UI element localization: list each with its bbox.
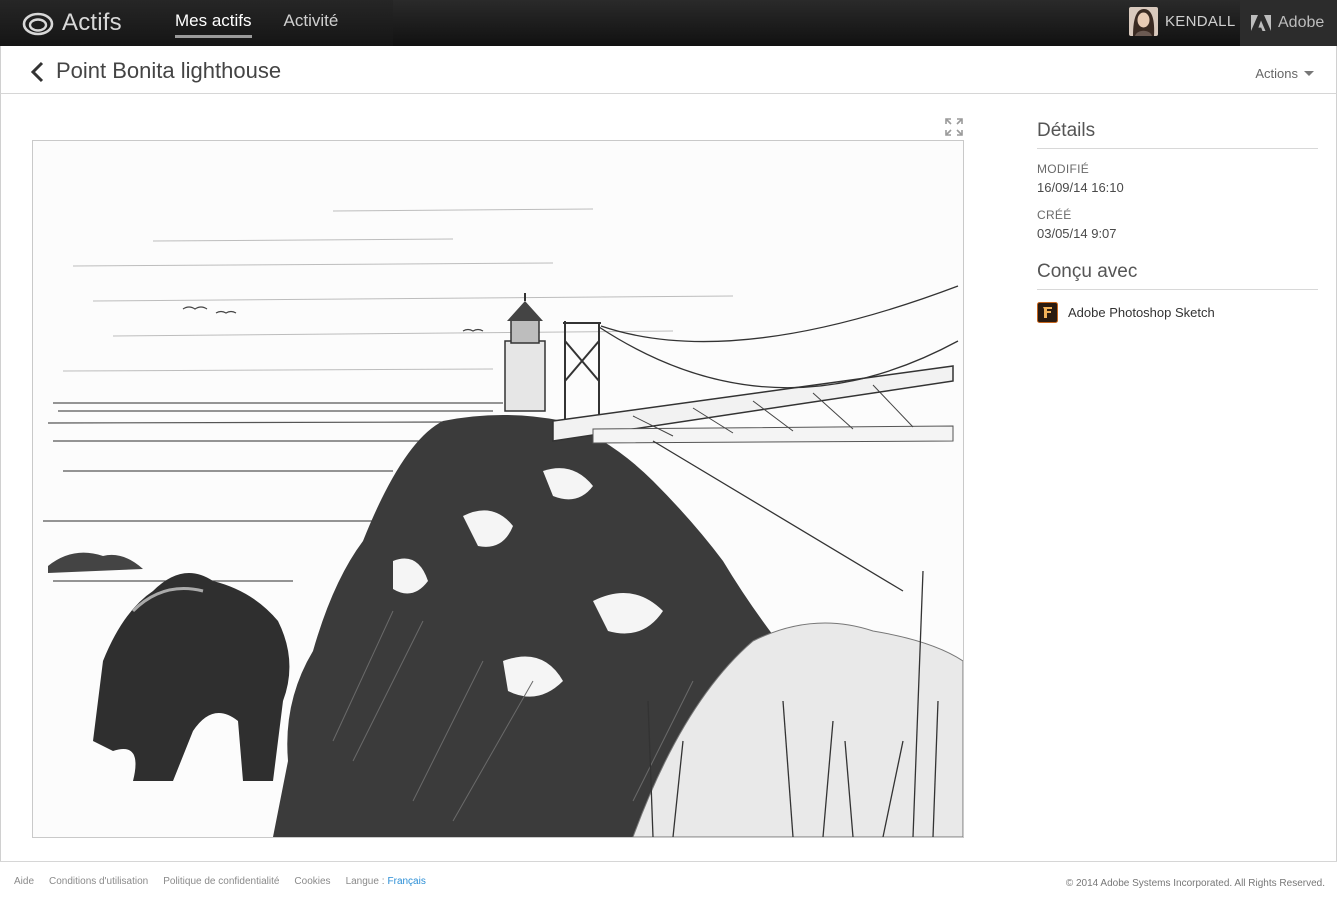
language-selector[interactable]: Français [388, 876, 426, 887]
fullscreen-icon[interactable] [945, 118, 963, 136]
page-title: Point Bonita lighthouse [56, 58, 282, 83]
modified-label: MODIFIÉ [1037, 162, 1090, 176]
actions-label: Actions [1255, 66, 1298, 81]
footer-link-cookies[interactable]: Cookies [294, 876, 330, 887]
photoshop-sketch-icon [1037, 302, 1058, 323]
brand[interactable]: Actifs [22, 9, 122, 37]
artwork-preview[interactable] [32, 140, 964, 838]
footer-link-terms[interactable]: Conditions d'utilisation [49, 876, 148, 887]
adobe-logo-icon [1251, 15, 1271, 31]
details-title: Détails [1037, 120, 1318, 149]
created-value: 03/05/14 9:07 [1037, 226, 1117, 241]
main-content: Détails MODIFIÉ 16/09/14 16:10 CRÉÉ 03/0… [0, 94, 1337, 861]
user-menu[interactable]: KENDALL [1129, 6, 1235, 36]
created-label: CRÉÉ [1037, 208, 1072, 222]
app-name: Adobe Photoshop Sketch [1068, 305, 1215, 320]
creative-cloud-icon [22, 12, 54, 36]
footer: Aide Conditions d'utilisation Politique … [0, 861, 1337, 906]
user-name: KENDALL [1165, 12, 1236, 30]
caret-down-icon [1304, 71, 1314, 76]
language-label: Langue : [345, 876, 385, 887]
top-bar: Actifs Mes actifs Activité KENDALL Adobe [0, 0, 1337, 46]
footer-link-help[interactable]: Aide [14, 876, 34, 887]
adobe-button[interactable]: Adobe [1240, 0, 1337, 46]
chevron-left-icon[interactable] [29, 60, 47, 84]
page-header: Point Bonita lighthouse Actions [0, 46, 1337, 94]
made-with-app[interactable]: Adobe Photoshop Sketch [1037, 302, 1318, 323]
details-panel: Détails MODIFIÉ 16/09/14 16:10 CRÉÉ 03/0… [1037, 120, 1318, 323]
modified-value: 16/09/14 16:10 [1037, 180, 1124, 195]
actions-dropdown[interactable]: Actions [1255, 66, 1314, 81]
nav-activity[interactable]: Activité [284, 11, 339, 38]
lighthouse-sketch-image [33, 141, 963, 837]
made-with-title: Conçu avec [1037, 261, 1318, 290]
nav-my-assets[interactable]: Mes actifs [175, 11, 252, 38]
main-nav: Mes actifs Activité [175, 11, 370, 38]
adobe-label: Adobe [1278, 14, 1325, 31]
copyright: © 2014 Adobe Systems Incorporated. All R… [1065, 878, 1325, 889]
footer-links: Aide Conditions d'utilisation Politique … [14, 876, 426, 887]
avatar [1129, 6, 1158, 36]
app-title: Actifs [62, 9, 122, 36]
footer-link-privacy[interactable]: Politique de confidentialité [163, 876, 279, 887]
